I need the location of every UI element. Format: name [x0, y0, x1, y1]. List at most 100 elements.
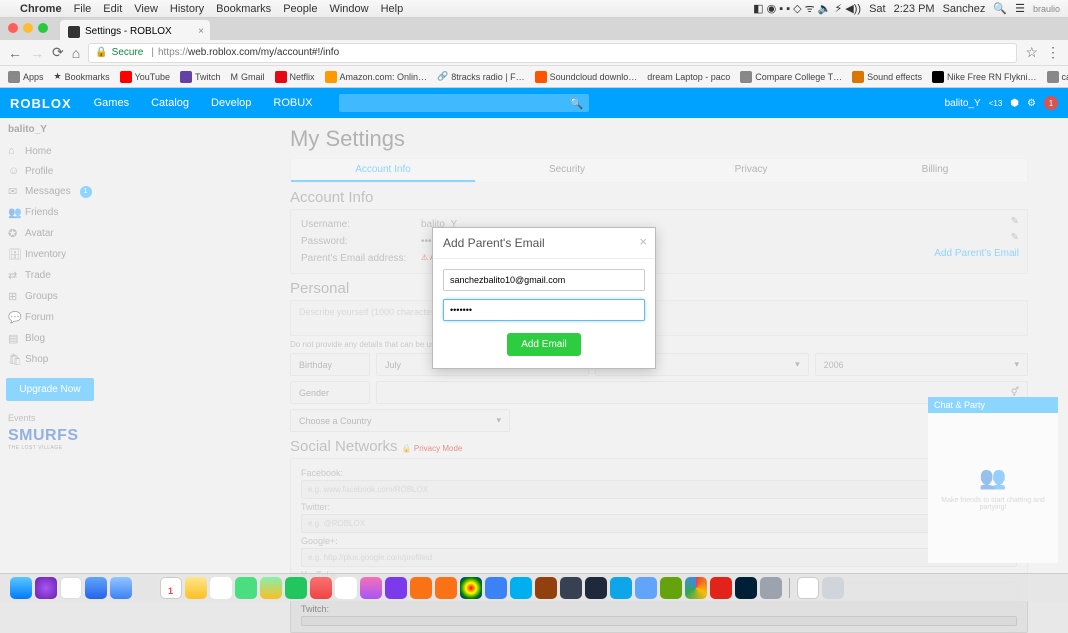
chrome-menu-icon[interactable]: ⋮: [1046, 44, 1060, 61]
nav-robux[interactable]: ROBUX: [273, 97, 312, 109]
dock-appstore[interactable]: [485, 577, 507, 599]
sidebar-item-blog[interactable]: ▤Blog: [0, 328, 100, 349]
dock-gopro[interactable]: [610, 577, 632, 599]
bm-netflix[interactable]: Netflix: [275, 71, 315, 83]
dock-launchpad[interactable]: [60, 577, 82, 599]
tab-close-icon[interactable]: ×: [198, 26, 204, 37]
social-input[interactable]: [301, 616, 1017, 626]
dock-preview[interactable]: [635, 577, 657, 599]
sidebar-item-groups[interactable]: ⊞Groups: [0, 286, 100, 307]
dock-finder[interactable]: [10, 577, 32, 599]
menu-bookmarks[interactable]: Bookmarks: [216, 3, 271, 15]
bm-college[interactable]: Compare College T…: [740, 71, 842, 83]
dock-garageband[interactable]: [535, 577, 557, 599]
notification-icon[interactable]: ☰: [1015, 2, 1025, 15]
app-name[interactable]: Chrome: [20, 3, 62, 15]
bm-apps[interactable]: Apps: [8, 71, 44, 83]
parent-email-input[interactable]: [443, 269, 645, 291]
spotlight-icon[interactable]: 🔍: [993, 2, 1007, 15]
dock-contacts[interactable]: [135, 577, 157, 599]
edit-username-icon[interactable]: ✎: [1011, 216, 1019, 227]
dock-ibooks[interactable]: [410, 577, 432, 599]
dock-prefs[interactable]: [760, 577, 782, 599]
bm-sound[interactable]: Sound effects: [852, 71, 922, 83]
sidebar-item-trade[interactable]: ⇄Trade: [0, 265, 100, 286]
address-bar[interactable]: 🔒 Secure | https:// web.roblox.com/my/ac…: [88, 43, 1017, 63]
dock-skype[interactable]: [510, 577, 532, 599]
notif-icon[interactable]: ⚙: [1027, 98, 1036, 109]
menu-people[interactable]: People: [283, 3, 317, 15]
add-parent-email-link[interactable]: Add Parent's Email: [934, 248, 1019, 259]
dock-chrome[interactable]: [685, 577, 707, 599]
sidebar-item-avatar[interactable]: ✪Avatar: [0, 223, 100, 244]
sidebar-item-profile[interactable]: ☺Profile: [0, 161, 100, 181]
birthday-year-select[interactable]: 2006▾: [815, 353, 1028, 376]
dock-imovie[interactable]: [385, 577, 407, 599]
menu-help[interactable]: Help: [381, 3, 404, 15]
dock-photos[interactable]: [460, 577, 482, 599]
dock-facetime[interactable]: [285, 577, 307, 599]
tab-security[interactable]: Security: [475, 159, 659, 182]
nav-develop[interactable]: Develop: [211, 97, 251, 109]
back-button[interactable]: ←: [8, 45, 22, 61]
dock-minecraft[interactable]: [660, 577, 682, 599]
edit-password-icon[interactable]: ✎: [1011, 232, 1019, 243]
add-email-button[interactable]: Add Email: [507, 333, 581, 356]
home-button[interactable]: ⌂: [72, 45, 80, 61]
menu-view[interactable]: View: [134, 3, 158, 15]
upgrade-button[interactable]: Upgrade Now: [6, 378, 94, 401]
tab-account-info[interactable]: Account Info: [291, 159, 475, 182]
account-password-input[interactable]: [443, 299, 645, 321]
country-select[interactable]: Choose a Country▾: [290, 409, 510, 432]
social-input[interactable]: e.g. @ROBLOX: [301, 514, 1017, 533]
chat-header[interactable]: Chat & Party: [928, 397, 1058, 413]
browser-tab[interactable]: Settings - ROBLOX ×: [60, 20, 210, 40]
sidebar-item-shop[interactable]: 🛍Shop: [0, 349, 100, 370]
menu-user[interactable]: Sanchez: [943, 3, 986, 15]
roblox-logo[interactable]: ROBLOX: [10, 96, 72, 111]
dock-calendar[interactable]: [160, 577, 182, 599]
dock-itunes[interactable]: [360, 577, 382, 599]
dock-pages[interactable]: [435, 577, 457, 599]
bm-youtube[interactable]: YouTube: [120, 71, 170, 83]
dock-roblox[interactable]: [710, 577, 732, 599]
social-input[interactable]: e.g. www.facebook.com/ROBLOX: [301, 480, 1017, 499]
bm-twitch[interactable]: Twitch: [180, 71, 221, 83]
bm-nike[interactable]: Nike Free RN Flykni…: [932, 71, 1037, 83]
window-controls[interactable]: [8, 23, 48, 33]
roblox-search[interactable]: 🔍: [339, 94, 589, 112]
nav-catalog[interactable]: Catalog: [151, 97, 189, 109]
bm-casey[interactable]: casey niestat: [1047, 71, 1068, 83]
dock-mail[interactable]: [110, 577, 132, 599]
tab-privacy[interactable]: Privacy: [659, 159, 843, 182]
dock-trash[interactable]: [822, 577, 844, 599]
dock-photobooth[interactable]: [310, 577, 332, 599]
description-textarea[interactable]: Describe yourself (1000 character limit): [290, 300, 1028, 336]
sidebar-item-inventory[interactable]: 🗄Inventory: [0, 244, 100, 265]
sidebar-item-messages[interactable]: ✉Messages1: [0, 181, 100, 202]
dock-adobe[interactable]: [735, 577, 757, 599]
dock-maps[interactable]: [260, 577, 282, 599]
dock-numbers[interactable]: [335, 577, 357, 599]
dock-quicktime[interactable]: [560, 577, 582, 599]
dock-steam[interactable]: [585, 577, 607, 599]
bm-dream[interactable]: dream Laptop - paco: [647, 72, 730, 82]
bm-bookmarks[interactable]: ★ Bookmarks: [54, 71, 110, 82]
tab-billing[interactable]: Billing: [843, 159, 1027, 182]
menu-history[interactable]: History: [170, 3, 204, 15]
menu-edit[interactable]: Edit: [103, 3, 122, 15]
robux-icon[interactable]: ⬢: [1010, 98, 1019, 109]
dock-doc[interactable]: [797, 577, 819, 599]
event-smurfs[interactable]: SMURFSTHE LOST VILLAGE: [0, 427, 100, 451]
bm-8tracks[interactable]: 🔗 8tracks radio | F…: [437, 71, 525, 82]
social-input[interactable]: e.g. http://plus.google.com/profileid: [301, 548, 1017, 567]
modal-close-icon[interactable]: ×: [639, 234, 647, 249]
bookmark-star-icon[interactable]: ☆: [1025, 44, 1038, 61]
bm-gmail[interactable]: M Gmail: [231, 72, 265, 82]
menu-file[interactable]: File: [74, 3, 92, 15]
sidebar-item-home[interactable]: ⌂Home: [0, 141, 100, 161]
dock-messages[interactable]: [235, 577, 257, 599]
bm-soundcloud[interactable]: Soundcloud downlo…: [535, 71, 638, 83]
menu-window[interactable]: Window: [329, 3, 368, 15]
notif-badge[interactable]: 1: [1044, 96, 1058, 110]
